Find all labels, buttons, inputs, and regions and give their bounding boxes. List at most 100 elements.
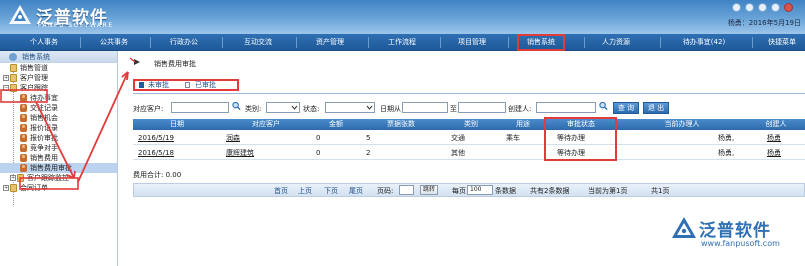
sidebar-item-customers[interactable]: + 客户管理 (0, 73, 117, 83)
nav-item-todo[interactable]: 待办事宜(42) (674, 34, 734, 51)
creator-input[interactable] (536, 102, 596, 113)
nav-item-shortcuts[interactable]: 快捷菜单 (760, 34, 804, 51)
column-header[interactable]: 票据张数 (361, 119, 441, 130)
tab-pending[interactable]: 未审批 (148, 81, 169, 89)
folder-icon (10, 74, 17, 82)
sidebar-item-label: 合同订单 (20, 184, 48, 192)
customer-lookup-icon[interactable] (232, 101, 241, 111)
column-header[interactable]: 当前办理人 (617, 119, 747, 130)
logout-icon[interactable] (784, 3, 793, 12)
status-select[interactable] (325, 102, 375, 113)
sidebar-item-label: 客户跟踪监控 (27, 174, 69, 182)
sidebar-item-contracts[interactable]: + 合同订单 (0, 183, 117, 193)
nav-item-hr[interactable]: 人力资源 (594, 34, 638, 51)
sidebar-item-competitors[interactable]: 竞争对手 (0, 143, 117, 153)
search-button[interactable]: 查 询 (613, 102, 639, 114)
customer-input[interactable] (171, 102, 229, 113)
sidebar-item-label: 销售机会 (30, 114, 58, 122)
date-cell[interactable]: 2016/5/19 (138, 131, 174, 145)
column-header[interactable]: 对应客户 (221, 119, 311, 130)
creator-lookup-icon[interactable] (599, 101, 608, 111)
sidebar-item-todo[interactable]: 待办事宜 (0, 93, 117, 103)
customer-label: 对应客户: (133, 105, 164, 113)
nav-item-public[interactable]: 公共事务 (92, 34, 136, 51)
expense-total: 费用合计: 0.00 (133, 171, 182, 179)
creator-cell[interactable]: 杨勇 (767, 131, 781, 145)
type-select[interactable] (266, 102, 300, 113)
column-header[interactable]: 类别 (441, 119, 501, 130)
tickets-cell: 5 (366, 134, 371, 142)
sidebar-item-quotes[interactable]: 报价记录 (0, 123, 117, 133)
per-page-label: 每页 (452, 187, 466, 195)
tab-approved[interactable]: 已审批 (195, 81, 216, 89)
sidebar-title: 销售系统 (22, 53, 50, 61)
sidebar-item-quote-approval[interactable]: 报价审批 (0, 133, 117, 143)
nav-item-sales[interactable]: 销售系统 (517, 34, 565, 51)
sidebar-header[interactable]: 销售系统 (0, 51, 117, 63)
folder-icon (10, 184, 17, 192)
first-page-link[interactable]: 首页 (274, 186, 288, 196)
nav-divider (368, 37, 369, 48)
pagination-bar: 首页 上页 下页 尾页 页码: 跳转 每页 100 条数据 共有2条数据 当前为… (133, 183, 805, 197)
column-header[interactable]: 金额 (311, 119, 361, 130)
header-tools (732, 3, 793, 12)
page-number-input[interactable] (399, 185, 414, 195)
nav-item-assets[interactable]: 资产管理 (308, 34, 352, 51)
sidebar-item-expenses[interactable]: 销售费用 (0, 153, 117, 163)
user-info: 杨勇：2016年5月19日 (727, 19, 801, 27)
sidebar-item-expense-approval[interactable]: 销售费用审批 (0, 163, 117, 173)
home-icon[interactable] (732, 3, 741, 12)
table-row[interactable]: 2016/5/19 润森 0 5 交通 乘车 等待办理 杨勇, 杨勇 (133, 131, 805, 145)
creator-cell[interactable]: 杨勇 (767, 146, 781, 160)
nav-divider (440, 37, 441, 48)
date-cell[interactable]: 2016/5/18 (138, 146, 174, 160)
fanpu-logo: 泛普软件 FANPU SOFTWARE (8, 3, 158, 31)
sidebar-item-contact-records[interactable]: 交往记录 (0, 103, 117, 113)
prev-page-link[interactable]: 上页 (298, 186, 312, 196)
nav-item-office[interactable]: 行政办公 (162, 34, 206, 51)
help-icon[interactable] (758, 3, 767, 12)
approval-tabs: 未审批 已审批 (133, 79, 239, 91)
expand-icon[interactable]: + (3, 185, 9, 191)
nav-item-workflow[interactable]: 工作流程 (380, 34, 424, 51)
sidebar-item-label: 报价记录 (30, 124, 58, 132)
last-page-link[interactable]: 尾页 (349, 186, 363, 196)
date-from-input[interactable] (402, 102, 448, 113)
user-icon (20, 104, 27, 112)
exit-button[interactable]: 退 出 (643, 102, 669, 114)
sidebar-item-pipeline[interactable]: 销售管道 (0, 63, 117, 73)
current-page: 当前为第1页 (588, 187, 628, 195)
handler-cell: 杨勇, (718, 149, 735, 157)
per-page-select[interactable]: 100 (467, 185, 493, 195)
expand-icon[interactable]: + (3, 75, 9, 81)
page-title: 销售费用审批 (154, 60, 196, 68)
table-row[interactable]: 2016/5/18 康辉建筑 0 2 其他 等待办理 杨勇, 杨勇 (133, 146, 805, 160)
status-label: 状态: (303, 105, 320, 113)
nav-item-interaction[interactable]: 互动交流 (236, 34, 280, 51)
column-header[interactable]: 创建人 (747, 119, 805, 130)
tab-marker-icon (139, 82, 144, 88)
customer-cell[interactable]: 润森 (226, 131, 240, 145)
jump-button[interactable]: 跳转 (420, 185, 439, 195)
sidebar-item-tracking[interactable]: − 客户跟踪 (0, 83, 117, 93)
nav-item-personal[interactable]: 个人事务 (22, 34, 66, 51)
sidebar-item-tracking-monitor[interactable]: + 客户跟踪监控 (0, 173, 117, 183)
date-to-label: 至 (450, 105, 457, 113)
chevron-down-icon (366, 105, 373, 110)
expand-icon[interactable]: + (10, 175, 16, 181)
settings-icon[interactable] (771, 3, 780, 12)
column-header[interactable]: 日期 (133, 119, 221, 130)
purpose-cell: 乘车 (506, 134, 520, 142)
refresh-icon[interactable] (745, 3, 754, 12)
app-header: 泛普软件 FANPU SOFTWARE 杨勇：2016年5月19日 (0, 0, 805, 34)
nav-item-projects[interactable]: 项目管理 (450, 34, 494, 51)
collapse-icon[interactable]: − (3, 85, 9, 91)
tab-marker-icon (185, 82, 190, 88)
handler-cell: 杨勇, (718, 134, 735, 142)
date-to-input[interactable] (458, 102, 506, 113)
column-header[interactable]: 用途 (501, 119, 545, 130)
sidebar-item-label: 交往记录 (30, 104, 58, 112)
sidebar-item-opportunities[interactable]: 销售机会 (0, 113, 117, 123)
next-page-link[interactable]: 下页 (324, 186, 338, 196)
customer-cell[interactable]: 康辉建筑 (226, 146, 254, 160)
